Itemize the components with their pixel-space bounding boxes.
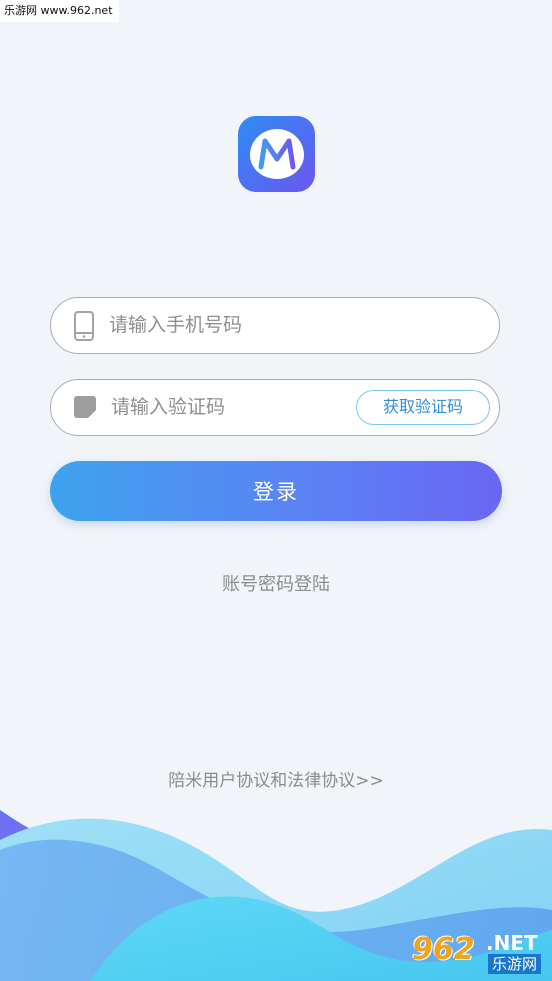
code-field[interactable]: 获取验证码: [50, 379, 500, 436]
image-code-icon: [74, 396, 97, 419]
m-letter-icon: [258, 138, 296, 170]
code-input[interactable]: [111, 380, 341, 434]
app-logo: [238, 116, 315, 192]
get-code-button[interactable]: 获取验证码: [356, 390, 490, 425]
watermark-domain: .NET: [486, 931, 538, 955]
watermark-number: 962: [412, 932, 475, 967]
phone-input[interactable]: [109, 298, 389, 352]
phone-field[interactable]: [50, 297, 500, 354]
watermark-bottom: 962 .NET 乐游网: [412, 930, 548, 976]
password-login-link[interactable]: 账号密码登陆: [0, 570, 552, 596]
watermark-name: 乐游网: [488, 954, 542, 974]
phone-icon: [74, 311, 94, 341]
watermark-top: 乐游网 www.962.net: [0, 0, 119, 22]
agreement-link[interactable]: 陪米用户协议和法律协议>>: [0, 766, 552, 791]
logo-badge: [250, 129, 304, 179]
login-button[interactable]: 登录: [50, 461, 502, 521]
